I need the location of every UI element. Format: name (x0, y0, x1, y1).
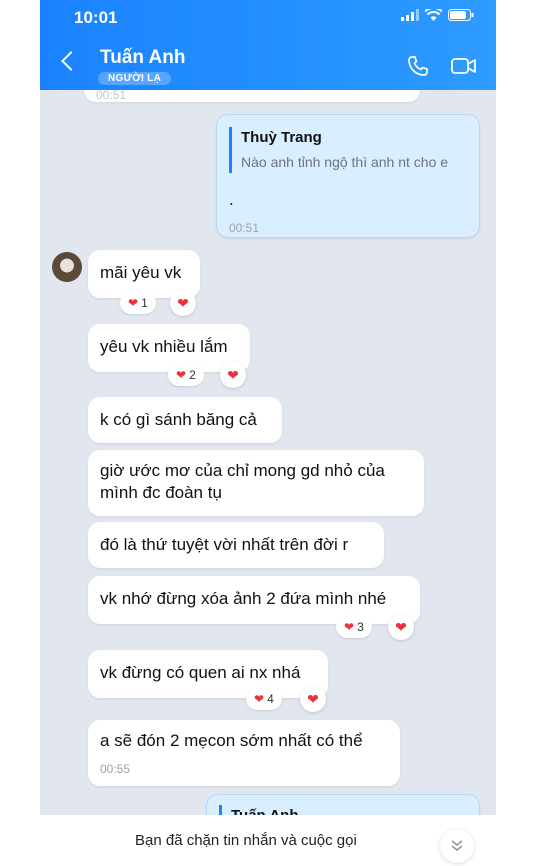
wifi-icon (425, 9, 442, 21)
contact-name[interactable]: Tuấn Anh (100, 47, 185, 69)
reply-quote-name: Thuỳ Trang (241, 129, 322, 146)
message-bubble[interactable]: vk nhớ đừng xóa ảnh 2 đứa mình nhé (88, 576, 420, 624)
reaction-number: 1 (141, 296, 148, 310)
react-button[interactable]: ❤ (170, 290, 196, 316)
react-button[interactable]: ❤ (300, 686, 326, 712)
message-time: 00:51 (229, 221, 260, 235)
message-time: 00:51 (96, 90, 127, 102)
heart-icon: ❤ (177, 294, 189, 311)
reaction-count[interactable]: ❤ 4 (246, 688, 282, 710)
reply-quote: Tuấn Anh (219, 805, 467, 815)
chevron-down-double-icon[interactable] (440, 829, 474, 863)
reply-quote-text: Nào anh tỉnh ngộ thì anh nt cho e (241, 154, 449, 170)
reaction-number: 2 (189, 368, 196, 382)
message-text: vk đừng có quen ai nx nhá (100, 663, 301, 682)
heart-icon: ❤ (344, 620, 355, 634)
signal-icon (401, 9, 419, 21)
reaction-count[interactable]: ❤ 2 (168, 364, 204, 386)
message-text: mãi yêu vk (100, 263, 182, 282)
message-text: yêu vk nhiều lắm (100, 337, 228, 356)
blocked-footer: Bạn đã chặn tin nhắn và cuộc gọi (40, 815, 496, 866)
avatar[interactable] (52, 252, 82, 282)
message-bubble[interactable]: đó là thứ tuyệt vời nhất trên đời r (88, 522, 384, 568)
message-bubble[interactable]: vk đừng có quen ai nx nhá (88, 650, 328, 698)
heart-icon: ❤ (227, 366, 239, 383)
phone-screen: 10:01 Tuấn Anh NGƯỜI LẠ 00:51 Thuỳ Trang… (40, 0, 496, 866)
heart-icon: ❤ (307, 690, 319, 707)
message-bubble-clipped[interactable]: 00:51 (84, 90, 420, 102)
video-icon[interactable] (450, 54, 478, 78)
message-text: k có gì sánh băng cả (100, 410, 257, 429)
reaction-number: 4 (267, 692, 274, 706)
message-text: . (229, 190, 234, 209)
message-time: 00:55 (100, 762, 131, 776)
reaction-number: 3 (357, 620, 364, 634)
message-list[interactable]: 00:51 Thuỳ Trang Nào anh tỉnh ngộ thì an… (40, 90, 496, 815)
blocked-notice: Bạn đã chặn tin nhắn và cuộc gọi (135, 832, 357, 849)
heart-icon: ❤ (395, 618, 407, 635)
chat-header: 10:01 Tuấn Anh NGƯỜI LẠ (40, 0, 496, 90)
stranger-badge: NGƯỜI LẠ (98, 72, 172, 85)
heart-icon: ❤ (176, 368, 187, 382)
status-icons (401, 9, 474, 21)
message-text: giờ ước mơ của chỉ mong gd nhỏ của mình … (100, 461, 385, 502)
back-icon[interactable] (61, 51, 81, 71)
react-button[interactable]: ❤ (220, 362, 246, 388)
reply-quote[interactable]: Thuỳ Trang Nào anh tỉnh ngộ thì anh nt c… (229, 127, 467, 173)
message-text: vk nhớ đừng xóa ảnh 2 đứa mình nhé (100, 589, 387, 608)
phone-icon[interactable] (406, 54, 430, 78)
reaction-count[interactable]: ❤ 3 (336, 616, 372, 638)
message-bubble[interactable]: k có gì sánh băng cả (88, 397, 282, 443)
my-reply-bubble[interactable]: Thuỳ Trang Nào anh tỉnh ngộ thì anh nt c… (216, 114, 480, 238)
message-bubble[interactable]: a sẽ đón 2 mẹcon sớm nhất có thể 00:55 (88, 720, 400, 786)
message-bubble[interactable]: giờ ước mơ của chỉ mong gd nhỏ của mình … (88, 450, 424, 516)
battery-icon (448, 9, 474, 21)
reaction-count[interactable]: ❤ 1 (120, 292, 156, 314)
reply-quote-name: Tuấn Anh (231, 805, 467, 815)
message-text: đó là thứ tuyệt vời nhất trên đời r (100, 535, 349, 554)
status-time: 10:01 (74, 8, 118, 27)
heart-icon: ❤ (254, 692, 265, 706)
message-text: a sẽ đón 2 mẹcon sớm nhất có thể (100, 731, 363, 750)
my-reply-bubble-partial[interactable]: Tuấn Anh (206, 794, 480, 815)
heart-icon: ❤ (128, 296, 139, 310)
react-button[interactable]: ❤ (388, 614, 414, 640)
